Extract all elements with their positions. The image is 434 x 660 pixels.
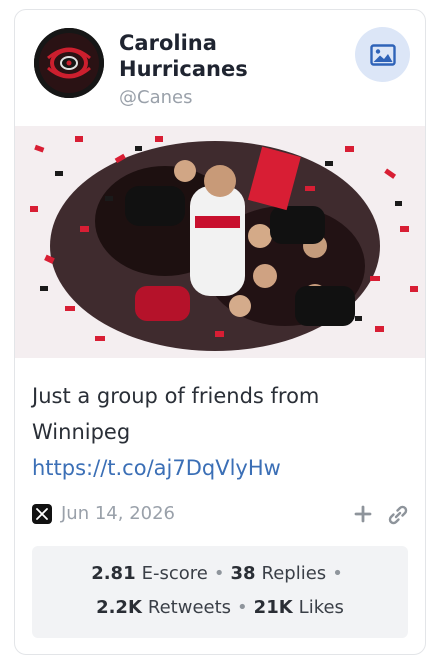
retweets-value: 2.2K [96, 597, 142, 618]
replies-label: Replies [261, 563, 327, 584]
retweets-label: Retweets [147, 597, 232, 618]
account-name[interactable]: Carolina Hurricanes [119, 30, 339, 82]
plus-icon[interactable] [353, 504, 373, 524]
separator-dot: • [237, 597, 248, 618]
post-photo[interactable] [15, 126, 425, 358]
escore-label: E-score [141, 563, 208, 584]
post-meta: Jun 14, 2026 [32, 502, 410, 530]
post-date[interactable]: Jun 14, 2026 [61, 502, 175, 526]
separator-dot: • [332, 563, 343, 584]
x-logo-icon [32, 504, 52, 524]
replies-value: 38 [230, 563, 256, 584]
image-icon [369, 43, 396, 66]
post-link[interactable]: https://t.co/aj7DqVlyHw [32, 450, 412, 486]
post-header: Carolina Hurricanes @Canes [15, 10, 425, 126]
stats-row-1: 2.81 E-score • 38 Replies • [32, 563, 408, 584]
post-card: Carolina Hurricanes @Canes Just a group … [14, 9, 426, 655]
post-text: Just a group of friends from Winnipeg [32, 384, 320, 444]
engagement-stats: 2.81 E-score • 38 Replies • 2.2K Retweets • 21K L… [32, 546, 408, 638]
likes-value: 21K [253, 597, 293, 618]
celebration-photo [15, 126, 425, 358]
likes-label: Likes [298, 597, 344, 618]
account-handle[interactable]: @Canes [119, 87, 192, 108]
link-icon[interactable] [387, 504, 409, 526]
avatar[interactable] [34, 28, 104, 98]
post-text-block: Just a group of friends from Winnipeg ht… [32, 378, 412, 486]
view-media-button[interactable] [355, 27, 410, 82]
stats-row-2: 2.2K Retweets • 21K Likes [32, 597, 408, 618]
separator-dot: • [213, 563, 225, 584]
hurricanes-logo-icon [34, 28, 104, 98]
escore-value: 2.81 [91, 563, 136, 584]
